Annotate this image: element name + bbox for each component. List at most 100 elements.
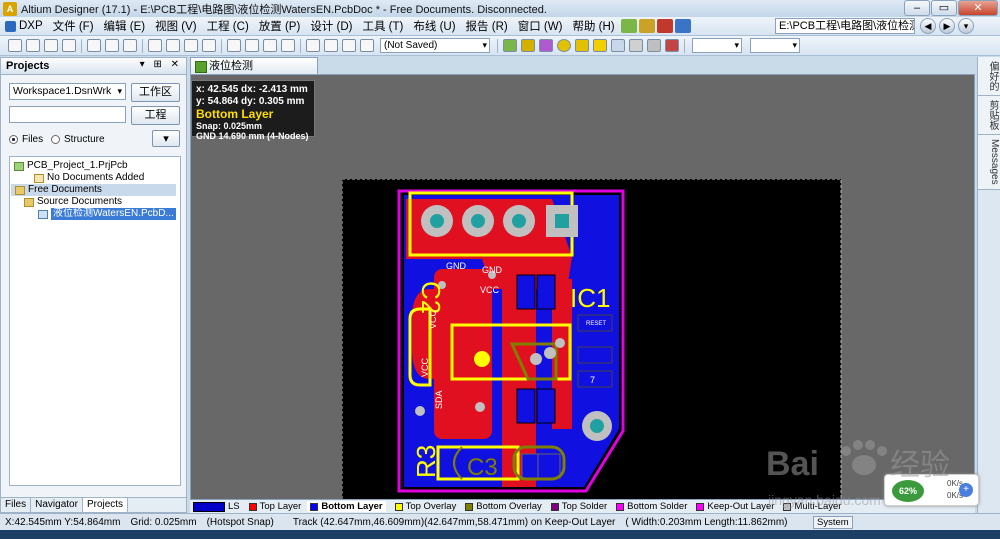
maximize-button[interactable]: ▭	[931, 0, 957, 16]
place-keepout-icon[interactable]	[665, 39, 679, 52]
menu-design[interactable]: 设计 (D)	[305, 18, 357, 34]
zoom-area-icon[interactable]	[105, 39, 119, 52]
menu-reports[interactable]: 报告 (R)	[461, 18, 513, 34]
tab-projects[interactable]: Projects	[82, 498, 129, 512]
tree-item-pcb-document[interactable]: 液位检测WatersEN.PcbD...	[38, 208, 176, 220]
undo-icon[interactable]	[306, 39, 320, 52]
workspace-combo[interactable]: Workspace1.DsnWrk	[9, 83, 126, 100]
layer-set-button[interactable]: LS	[190, 501, 240, 512]
marker-tool-icon[interactable]	[656, 19, 673, 33]
save-icon[interactable]	[44, 39, 58, 52]
layer-tab-top[interactable]: Top Layer	[246, 501, 301, 512]
projects-panel-header: Projects ▾ ⊞ ✕	[1, 58, 186, 75]
zoom-selected-icon[interactable]	[123, 39, 137, 52]
tab-files[interactable]: Files	[1, 498, 32, 512]
place-component-icon[interactable]	[539, 39, 553, 52]
header-hole-4	[555, 214, 569, 228]
tab-navigator[interactable]: Navigator	[31, 498, 83, 512]
place-string-icon[interactable]	[521, 39, 535, 52]
radio-structure[interactable]: Structure	[51, 134, 105, 145]
widget-add-icon[interactable]: +	[959, 483, 973, 497]
menu-view[interactable]: 视图 (V)	[150, 18, 202, 34]
layer-tab-bottom-solder[interactable]: Bottom Solder	[613, 501, 687, 512]
align-tool-icon[interactable]	[638, 19, 655, 33]
label-ic1: IC1	[570, 283, 610, 313]
deselect-icon[interactable]	[263, 39, 277, 52]
menu-help[interactable]: 帮助 (H)	[567, 18, 619, 34]
via	[555, 338, 565, 348]
tree-item-no-documents[interactable]: No Documents Added	[34, 172, 144, 184]
place-pad-icon[interactable]	[557, 39, 571, 52]
select-area-icon[interactable]	[227, 39, 241, 52]
variant-combo[interactable]: (Not Saved)	[380, 38, 490, 53]
tree-item-project[interactable]: PCB_Project_1.PrjPcb	[14, 160, 128, 172]
menu-project[interactable]: 工程 (C)	[202, 18, 254, 34]
project-options-icon[interactable]: ▾	[152, 130, 180, 147]
menu-edit[interactable]: 编辑 (E)	[99, 18, 151, 34]
document-path-field[interactable]: E:\PCB工程\电路图\液位检测Wat	[775, 18, 915, 34]
place-arc-icon[interactable]	[593, 39, 607, 52]
filter-combo[interactable]	[692, 38, 742, 53]
window-title: Altium Designer (17.1) - E:\PCB工程\电路图\液位…	[21, 3, 547, 16]
grid-tool-icon[interactable]	[674, 19, 691, 33]
zoom-fit-icon[interactable]	[87, 39, 101, 52]
place-via-icon[interactable]	[575, 39, 589, 52]
browse-icon[interactable]	[360, 39, 374, 52]
cut-icon[interactable]	[148, 39, 162, 52]
layer-tab-bottom[interactable]: Bottom Layer	[307, 501, 386, 512]
system-button[interactable]: System	[813, 516, 853, 529]
interactive-route-icon[interactable]	[503, 39, 517, 52]
radio-files[interactable]: Files	[9, 134, 43, 145]
tree-item-source-documents[interactable]: Source Documents	[24, 196, 122, 208]
via	[475, 402, 485, 412]
close-button[interactable]: ✕	[958, 0, 998, 16]
nav-forward-icon[interactable]: ▶	[939, 18, 955, 34]
dock-tab-favorites[interactable]: 偏好的	[978, 57, 1000, 96]
hud-net-info: GND 14.690 mm (4-Nodes)	[196, 131, 309, 141]
workspace-button[interactable]: 工作区	[131, 83, 180, 102]
menu-place[interactable]: 放置 (P)	[254, 18, 306, 34]
menu-window[interactable]: 窗口 (W)	[513, 18, 568, 34]
hud-x-readout: x: 42.545 dx: -2.413 mm	[196, 84, 308, 95]
rubber-stamp-icon[interactable]	[202, 39, 216, 52]
tree-item-free-documents[interactable]: Free Documents	[11, 184, 176, 196]
place-text-icon[interactable]	[647, 39, 661, 52]
svg-text:jingyan.baidu.com: jingyan.baidu.com	[767, 492, 881, 508]
menu-file[interactable]: 文件 (F)	[48, 18, 99, 34]
net-label-vcc-3: VCC	[428, 309, 438, 329]
smd-pad	[536, 388, 556, 424]
layer-tab-top-overlay[interactable]: Top Overlay	[392, 501, 456, 512]
dock-tab-messages[interactable]: Messages	[978, 135, 1000, 190]
menu-route[interactable]: 布线 (U)	[408, 18, 460, 34]
place-fill-icon[interactable]	[611, 39, 625, 52]
panel-controls-icon[interactable]: ▾ ⊞ ✕	[140, 59, 182, 70]
status-width: ( Width:0.203mm Length:11.862mm)	[625, 516, 788, 528]
status-snap: (Hotspot Snap)	[206, 516, 274, 528]
move-icon[interactable]	[245, 39, 259, 52]
project-search-input[interactable]	[9, 106, 126, 123]
mounting-hole	[590, 419, 604, 433]
nav-dropdown-icon[interactable]: ▾	[958, 18, 974, 34]
dock-tab-clipboard[interactable]: 剪贴板	[978, 96, 1000, 135]
header-hole-2	[471, 214, 485, 228]
label-r3: R3	[411, 445, 441, 478]
nav-back-icon[interactable]: ◀	[920, 18, 936, 34]
paste-icon[interactable]	[184, 39, 198, 52]
cross-probe-icon[interactable]	[281, 39, 295, 52]
highlight-icon[interactable]	[342, 39, 356, 52]
minimize-button[interactable]: –	[904, 0, 930, 16]
menu-tools[interactable]: 工具 (T)	[357, 18, 408, 34]
open-folder-icon[interactable]	[8, 39, 22, 52]
route-tool-icon[interactable]	[620, 19, 637, 33]
project-button[interactable]: 工程	[131, 106, 180, 125]
layer-tab-top-solder[interactable]: Top Solder	[548, 501, 607, 512]
redo-icon[interactable]	[324, 39, 338, 52]
place-region-icon[interactable]	[629, 39, 643, 52]
mask-combo[interactable]	[750, 38, 800, 53]
copy-icon[interactable]	[166, 39, 180, 52]
layer-tab-bottom-overlay[interactable]: Bottom Overlay	[462, 501, 542, 512]
document-tab[interactable]: 液位检测WatersEN.PcbDoc *	[190, 57, 318, 88]
menu-dxp[interactable]: DXP	[0, 20, 48, 32]
print-icon[interactable]	[62, 39, 76, 52]
open-document-icon[interactable]	[26, 39, 40, 52]
